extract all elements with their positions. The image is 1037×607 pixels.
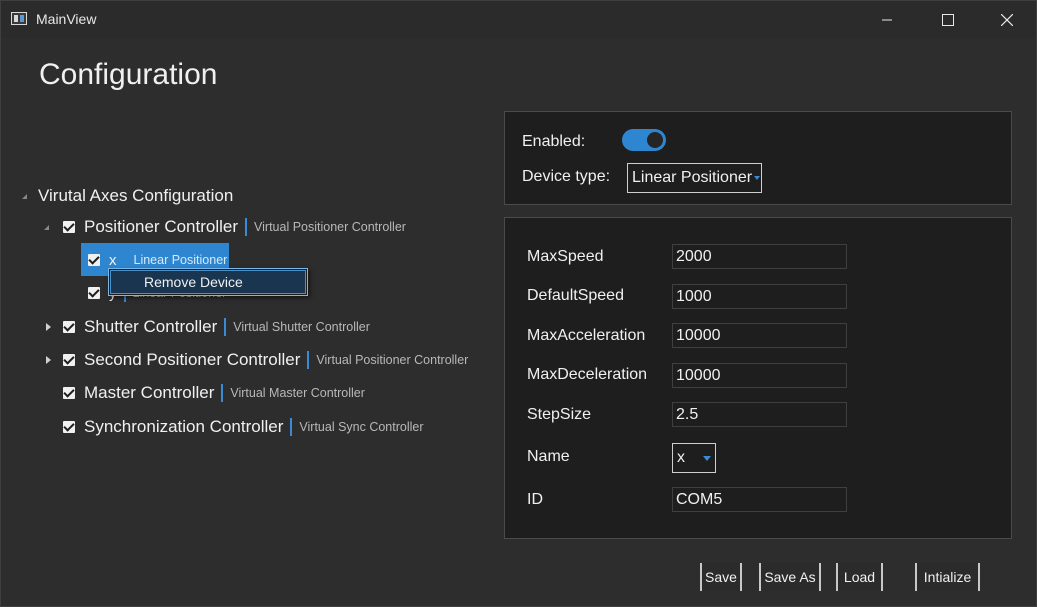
name-select[interactable]: x bbox=[672, 443, 716, 473]
device-panel: Enabled: Device type: Linear Positioner bbox=[504, 111, 1012, 205]
enabled-toggle[interactable] bbox=[622, 129, 666, 151]
dropdown-arrow-icon bbox=[703, 456, 711, 461]
node-type: Virtual Sync Controller bbox=[299, 420, 424, 434]
save-button[interactable]: Save bbox=[700, 563, 742, 591]
node-label: Synchronization Controller bbox=[84, 417, 284, 436]
window-title: MainView bbox=[36, 11, 97, 27]
dropdown-arrow-icon bbox=[754, 176, 760, 180]
max-acceleration-label: MaxAcceleration bbox=[527, 327, 646, 344]
expand-icon[interactable] bbox=[43, 322, 53, 332]
device-type-value: Linear Positioner bbox=[632, 169, 753, 186]
tree-node-shutter-controller[interactable]: Shutter Controller Virtual Shutter Contr… bbox=[43, 315, 370, 339]
step-size-input[interactable]: 2.5 bbox=[672, 402, 847, 427]
separator bbox=[245, 218, 248, 236]
name-value: x bbox=[677, 449, 685, 466]
node-label: Shutter Controller bbox=[84, 317, 218, 336]
maximize-button[interactable] bbox=[925, 1, 971, 38]
properties-panel: MaxSpeed 2000 DefaultSpeed 1000 MaxAccel… bbox=[504, 217, 1012, 539]
checkbox[interactable] bbox=[63, 421, 75, 433]
tree-root-label: Virutal Axes Configuration bbox=[38, 186, 234, 205]
default-speed-label: DefaultSpeed bbox=[527, 287, 624, 304]
content-area: Configuration Virutal Axes Configuration… bbox=[1, 38, 1036, 606]
close-icon bbox=[1001, 13, 1013, 26]
title-bar: MainView bbox=[1, 1, 1036, 38]
enabled-label: Enabled: bbox=[522, 133, 586, 150]
id-label: ID bbox=[527, 491, 543, 508]
checkbox[interactable] bbox=[63, 354, 75, 366]
separator bbox=[221, 384, 224, 402]
tree-node-master-controller[interactable]: Master Controller Virtual Master Control… bbox=[63, 381, 365, 405]
node-type: Virtual Shutter Controller bbox=[233, 320, 370, 334]
max-deceleration-label: MaxDeceleration bbox=[527, 366, 648, 383]
node-label: x bbox=[109, 251, 117, 269]
device-type-select[interactable]: Linear Positioner bbox=[627, 163, 762, 193]
max-speed-input[interactable]: 2000 bbox=[672, 244, 847, 269]
checkbox[interactable] bbox=[63, 321, 75, 333]
main-window: MainView Configuration Virutal Axes Conf… bbox=[0, 0, 1037, 607]
separator bbox=[224, 318, 227, 336]
page-title: Configuration bbox=[39, 58, 218, 91]
toggle-knob bbox=[647, 132, 663, 148]
checkbox[interactable] bbox=[88, 254, 100, 266]
tree-root[interactable]: Virutal Axes Configuration bbox=[19, 186, 233, 206]
close-button[interactable] bbox=[984, 1, 1030, 38]
name-label: Name bbox=[527, 448, 570, 465]
default-speed-input[interactable]: 1000 bbox=[672, 284, 847, 309]
node-label: Positioner Controller bbox=[84, 217, 239, 236]
tree-node-positioner-controller[interactable]: Positioner Controller Virtual Positioner… bbox=[41, 215, 406, 239]
max-acceleration-input[interactable]: 10000 bbox=[672, 323, 847, 348]
max-speed-label: MaxSpeed bbox=[527, 248, 604, 265]
node-type: Virtual Master Controller bbox=[230, 386, 365, 400]
tree-node-second-positioner-controller[interactable]: Second Positioner Controller Virtual Pos… bbox=[43, 348, 468, 372]
max-deceleration-input[interactable]: 10000 bbox=[672, 363, 847, 388]
load-button[interactable]: Load bbox=[836, 563, 883, 591]
minimize-button[interactable] bbox=[864, 1, 910, 38]
id-input[interactable]: COM5 bbox=[672, 487, 847, 512]
collapse-icon[interactable] bbox=[41, 222, 51, 232]
device-type-label: Device type: bbox=[522, 168, 611, 185]
initialize-button[interactable]: Intialize bbox=[915, 563, 980, 591]
step-size-label: StepSize bbox=[527, 406, 592, 423]
node-type: Virtual Positioner Controller bbox=[316, 353, 469, 367]
remove-device-menu-item[interactable]: Remove Device bbox=[110, 270, 306, 294]
node-label: Master Controller bbox=[84, 383, 215, 402]
maximize-icon bbox=[942, 13, 954, 26]
checkbox[interactable] bbox=[88, 287, 100, 299]
node-type: Virtual Positioner Controller bbox=[254, 220, 406, 234]
separator bbox=[307, 351, 310, 369]
node-type: Linear Positioner bbox=[133, 253, 228, 267]
node-label: Second Positioner Controller bbox=[84, 350, 301, 369]
separator bbox=[290, 418, 293, 436]
checkbox[interactable] bbox=[63, 387, 75, 399]
tree-node-synchronization-controller[interactable]: Synchronization Controller Virtual Sync … bbox=[63, 415, 424, 439]
expand-icon[interactable] bbox=[43, 355, 53, 365]
checkbox[interactable] bbox=[63, 221, 75, 233]
app-icon bbox=[11, 12, 27, 25]
collapse-icon[interactable] bbox=[19, 191, 29, 201]
save-as-button[interactable]: Save As bbox=[759, 563, 821, 591]
minimize-icon bbox=[882, 19, 892, 20]
context-menu: Remove Device bbox=[108, 268, 308, 296]
